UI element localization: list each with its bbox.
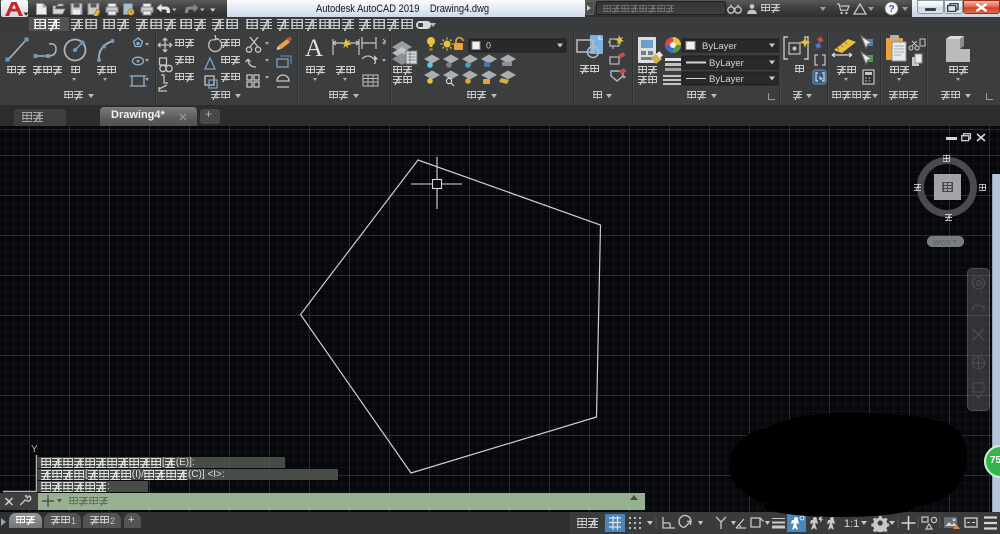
svg-text:1:1: 1:1	[844, 518, 859, 530]
svg-text:ByLayer: ByLayer	[709, 58, 744, 69]
svg-text:?: ?	[888, 4, 894, 15]
svg-text:ByLayer: ByLayer	[702, 41, 737, 52]
svg-text:ByLayer: ByLayer	[709, 74, 744, 85]
svg-text:Y: Y	[31, 444, 38, 455]
svg-text:0: 0	[486, 41, 491, 51]
